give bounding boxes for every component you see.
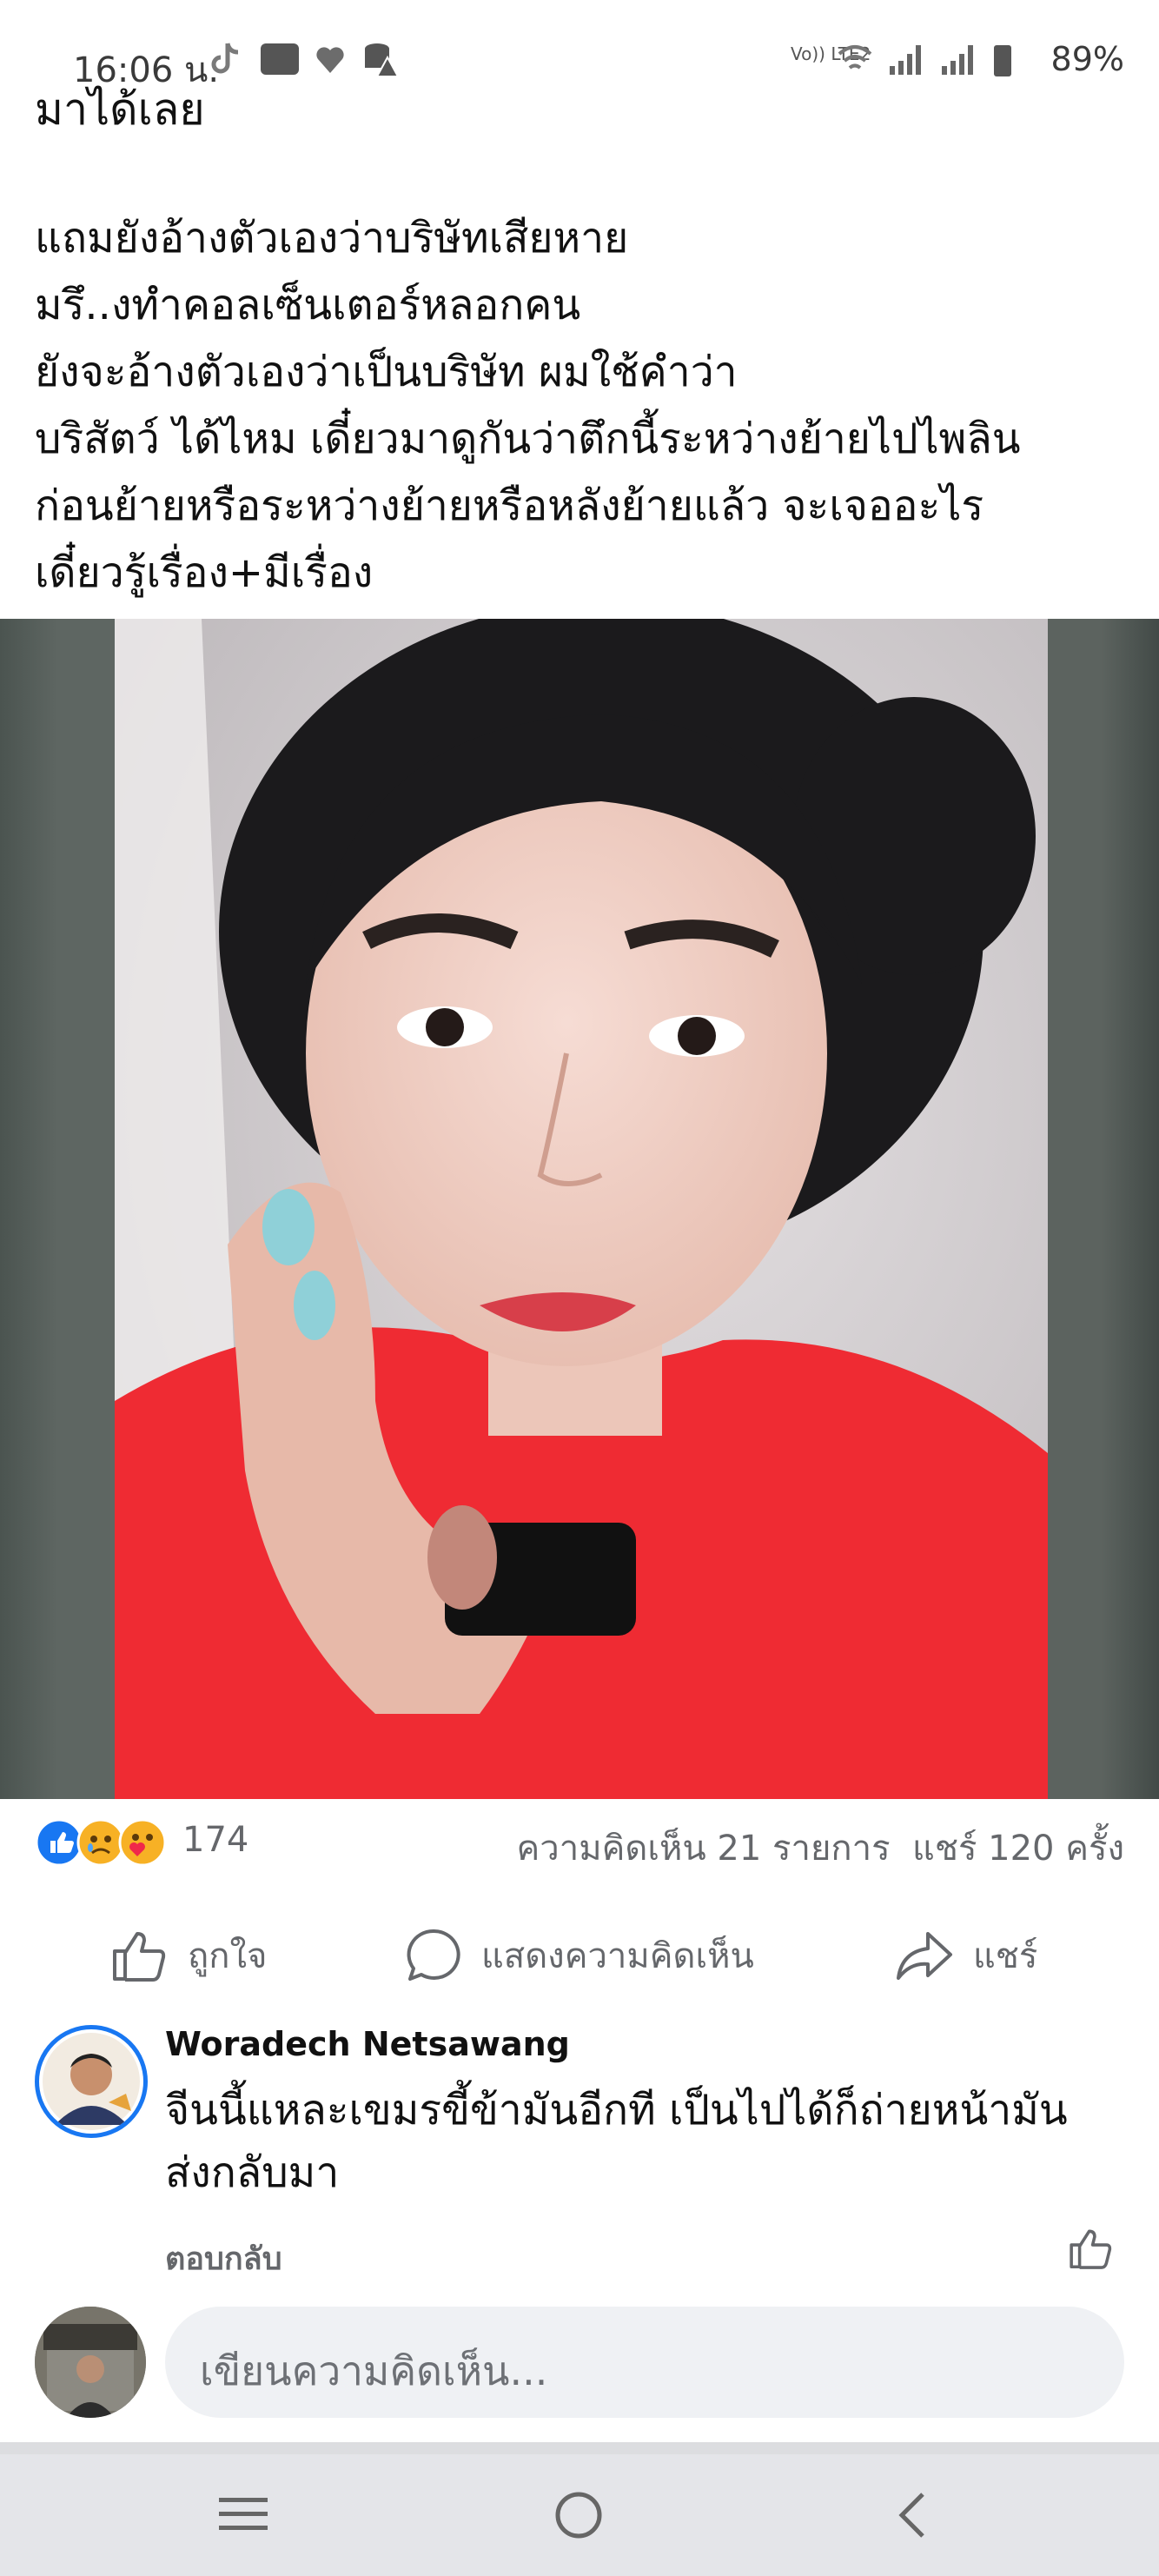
post-text-line: ก่อนย้ายหรือระหว่างย้ายหรือหลังย้ายแล้ว … bbox=[35, 481, 984, 530]
signal-icon-1 bbox=[890, 45, 921, 75]
database-alert-icon bbox=[365, 43, 400, 77]
system-nav-bar bbox=[0, 2454, 1159, 2576]
battery-percent: 89% bbox=[1050, 40, 1124, 78]
comment-like-icon[interactable] bbox=[1069, 2227, 1114, 2270]
menu-icon[interactable] bbox=[217, 2493, 269, 2536]
divider bbox=[0, 2442, 1159, 2454]
reply-button[interactable]: ตอบกลับ bbox=[165, 2234, 282, 2283]
comment-count[interactable]: ความคิดเห็น 21 รายการ bbox=[517, 1829, 891, 1869]
post-text-partial: มาได้เลย bbox=[35, 84, 205, 135]
tiktok-icon bbox=[211, 43, 239, 74]
share-label: แชร์ bbox=[973, 1936, 1038, 1976]
back-icon[interactable] bbox=[895, 2489, 930, 2541]
home-icon[interactable] bbox=[553, 2489, 605, 2541]
health-icon bbox=[316, 47, 344, 73]
share-count[interactable]: แชร์ 120 ครั้ง bbox=[912, 1829, 1124, 1869]
post-text-line: แถมยังอ้างตัวเองว่าบริษัทเสียหาย bbox=[35, 214, 629, 262]
commenter-name[interactable]: Woradech Netsawang bbox=[165, 2025, 570, 2063]
battery-icon bbox=[994, 45, 1011, 76]
like-label: ถูกใจ bbox=[188, 1936, 268, 1976]
my-avatar[interactable] bbox=[35, 2307, 146, 2418]
comment-input-placeholder: เขียนความคิดเห็น... bbox=[200, 2347, 548, 2394]
wifi-icon bbox=[838, 45, 872, 70]
comment-button[interactable]: แสดงความคิดเห็น bbox=[405, 1912, 754, 1999]
comment-bubble-icon bbox=[407, 1929, 460, 1981]
like-button[interactable]: ถูกใจ bbox=[111, 1912, 267, 1999]
comment-line: ส่งกลับมา bbox=[165, 2148, 340, 2197]
commenter-avatar[interactable] bbox=[35, 2025, 148, 2138]
portrait-image bbox=[115, 619, 1048, 1799]
share-arrow-icon bbox=[897, 1932, 952, 1980]
post-text-line: เดี๋ยวรู้เรื่อง+มีเรื่อง bbox=[35, 548, 374, 597]
comment-text: จีนนี้แหละเขมรขี้ข้ามันอีกที เป็นไปได้ก็… bbox=[165, 2079, 1121, 2204]
thumbs-up-icon bbox=[113, 1932, 166, 1982]
post-text-line: บริสัตว์ ได้ไหม เดี๋ยวมาดูกันว่าตึกนี้ระ… bbox=[35, 415, 1021, 463]
post-text-line: ยังจะอ้างตัวเองว่าเป็นบริษัท ผมใช้คำว่า bbox=[35, 348, 738, 396]
reaction-count[interactable]: 174 bbox=[182, 1820, 248, 1860]
comment-line: จีนนี้แหละเขมรขี้ข้ามันอีกที เป็นไปได้ก็… bbox=[165, 2086, 1068, 2134]
post-photo[interactable] bbox=[0, 619, 1159, 1799]
share-button[interactable]: แชร์ bbox=[895, 1912, 1037, 1999]
vivo-icon bbox=[261, 43, 299, 75]
care-icon bbox=[118, 1818, 167, 1867]
comment-label: แสดงความคิดเห็น bbox=[481, 1936, 754, 1976]
post-text-line: มรึ..งทำคอลเซ็นเตอร์หลอกคน bbox=[35, 281, 581, 329]
signal-icon-2 bbox=[942, 45, 973, 75]
post-stats[interactable]: ความคิดเห็น 21 รายการ แชร์ 120 ครั้ง bbox=[517, 1820, 1124, 1876]
